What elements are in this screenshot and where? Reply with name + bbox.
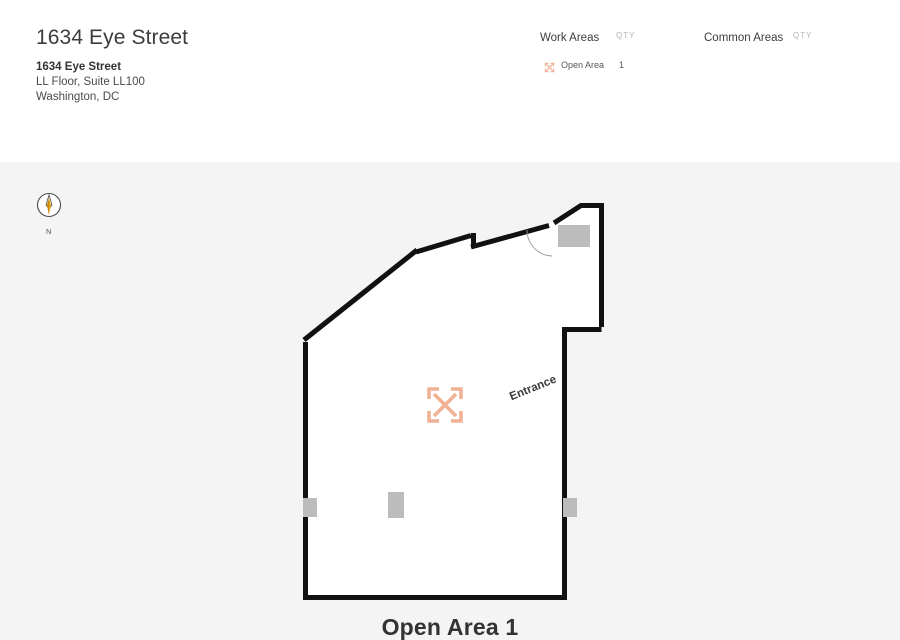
room-label-open-area-1: Open Area 1 <box>381 614 519 640</box>
fixture-left-wall <box>303 498 317 517</box>
fixture-center-column <box>388 492 404 518</box>
legend-header-work-areas: Work Areas QTY <box>540 28 634 46</box>
legend-qty-header-work-areas: QTY <box>616 31 636 40</box>
fixture-alcove <box>558 225 590 247</box>
page-title: 1634 Eye Street <box>36 26 189 49</box>
compass: N <box>34 190 64 236</box>
open-area-arrows-icon <box>544 60 555 73</box>
legend-header-common-areas: Common Areas QTY <box>704 28 811 46</box>
fixture-right-wall <box>563 498 577 517</box>
address-name: 1634 Eye Street <box>36 61 122 74</box>
floor-fill <box>303 203 604 600</box>
legend-label-open-area: Open Area <box>561 60 605 70</box>
floor-plan-canvas[interactable]: N Entrance Open Area 1 ZUCKERMAN GRAVELY… <box>0 162 900 640</box>
legend-title-work-areas: Work Areas <box>540 32 600 44</box>
property-info-block: 1634 Eye Street 1634 Eye Street LL Floor… <box>36 26 188 105</box>
legend-qty-open-area: 1 <box>619 60 625 70</box>
legend-column-work-areas: Work Areas QTY Open Area 1 <box>540 28 634 75</box>
legend-row-open-area[interactable]: Open Area 1 <box>540 59 624 75</box>
floor-plan-drawing <box>302 203 604 600</box>
legend-title-common-areas: Common Areas <box>704 32 784 44</box>
address-suite: LL Floor, Suite LL100 <box>36 76 145 89</box>
legend-column-common-areas: Common Areas QTY <box>704 28 811 46</box>
compass-rose-icon <box>36 192 62 218</box>
compass-north-label: N <box>46 227 52 236</box>
page-header: 1634 Eye Street 1634 Eye Street LL Floor… <box>0 0 900 162</box>
legend-qty-header-common-areas: QTY <box>793 31 813 40</box>
address-city-state: Washington, DC <box>36 91 120 104</box>
